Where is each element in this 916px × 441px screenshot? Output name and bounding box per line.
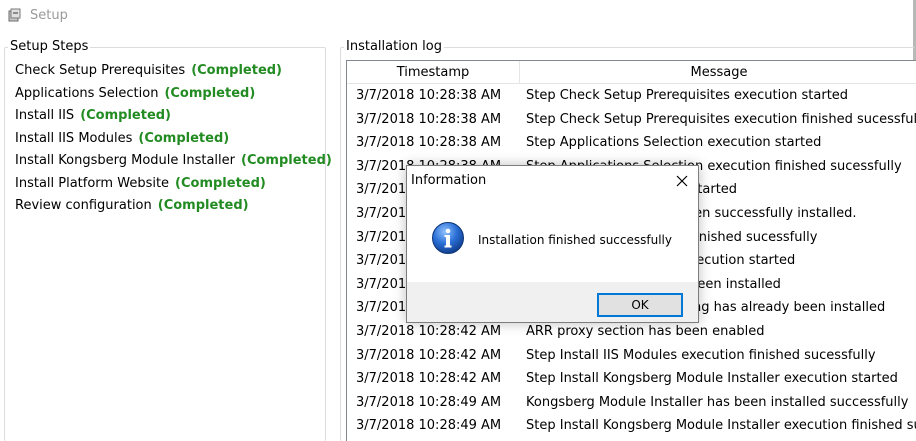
step-item: Applications Selection (Completed): [15, 86, 332, 109]
log-row[interactable]: 3/7/2018 10:28:38 AM Step Applications Se…: [347, 132, 916, 156]
step-item: Review configuration (Completed): [15, 198, 332, 221]
setup-steps-list: Check Setup Prerequisites (Completed) App…: [15, 63, 332, 221]
step-name: Install IIS Modules: [15, 130, 133, 146]
step-item: Install IIS (Completed): [15, 108, 332, 131]
log-timestamp-cell: 3/7/2018 10:28:49 AM: [356, 418, 502, 434]
step-name: Review configuration: [15, 198, 152, 213]
log-message-cell: Step Applications Selection execution st…: [526, 135, 822, 151]
log-timestamp-cell: 3/7/2018 10:28:49 AM: [356, 394, 502, 410]
log-message-cell: Step Install Kongsberg Module Installer …: [526, 418, 916, 434]
dialog-message: Installation finished successfully: [478, 233, 672, 247]
log-timestamp-cell: 3/7/2018 10:28:42 AM: [356, 347, 502, 363]
column-header-message[interactable]: Message: [521, 61, 916, 84]
step-status: (Completed): [164, 85, 256, 101]
setup-steps-label: Setup Steps: [8, 39, 91, 54]
step-name: Install Kongsberg Module Installer: [15, 153, 235, 168]
log-message-cell: Step Check Setup Prerequisites execution…: [526, 88, 849, 103]
installation-log-label: Installation log: [344, 39, 444, 54]
log-row[interactable]: 3/7/2018 10:28:38 AM Step Check Setup Pre…: [347, 85, 916, 109]
dialog-footer: OK: [407, 282, 698, 322]
log-timestamp-cell: 3/7/2018 10:28:42 AM: [356, 371, 502, 387]
setup-app-icon: [8, 8, 22, 22]
step-item: Install IIS Modules (Completed): [15, 131, 332, 154]
log-row[interactable]: 3/7/2018 10:28:42 AM Step Install Kongsbe…: [347, 368, 916, 392]
information-dialog: Information Installation finished succes…: [406, 165, 699, 323]
step-status: (Completed): [138, 130, 230, 146]
step-name: Applications Selection: [15, 85, 159, 101]
step-item: Check Setup Prerequisites (Completed): [15, 63, 332, 86]
window-title: Setup: [30, 8, 68, 23]
step-item: Install Kongsberg Module Installer (Compl…: [15, 153, 332, 176]
log-message-cell: ARR proxy section has been enabled: [526, 323, 765, 339]
log-row[interactable]: 3/7/2018 10:28:49 AM Kongsberg Module Ins…: [347, 392, 916, 416]
log-message-cell: Step Install IIS Modules execution finis…: [526, 347, 876, 363]
log-grid-header: Timestamp Message: [347, 61, 916, 84]
log-message-cell: Step Check Setup Prerequisites execution…: [526, 111, 916, 127]
log-row[interactable]: 3/7/2018 10:28:42 AM Step Install IIS Mod…: [347, 345, 916, 369]
log-timestamp-cell: 3/7/2018 10:28:38 AM: [356, 111, 502, 127]
log-timestamp-cell: 3/7/2018 10:28:42 AM: [356, 323, 502, 339]
step-name: Check Setup Prerequisites: [15, 63, 186, 78]
ok-button[interactable]: OK: [597, 293, 683, 317]
step-status: (Completed): [175, 175, 266, 191]
step-item: Install Platform Website (Completed): [15, 176, 332, 199]
log-message-cell: Kongsberg Module Installer has been inst…: [526, 394, 909, 410]
log-row[interactable]: 3/7/2018 10:28:49 AM Step Install Kongsbe…: [347, 415, 916, 439]
log-row[interactable]: 3/7/2018 10:28:42 AM ARR proxy section ha…: [347, 321, 916, 345]
window-titlebar: Setup: [0, 0, 916, 32]
dialog-body: Installation finished successfully: [407, 196, 698, 282]
log-timestamp-cell: 3/7/2018 10:28:38 AM: [356, 88, 502, 103]
step-name: Install Platform Website: [15, 175, 170, 191]
close-icon[interactable]: [669, 169, 695, 193]
column-header-timestamp[interactable]: Timestamp: [347, 61, 520, 84]
info-icon: [431, 221, 465, 255]
step-status: (Completed): [191, 63, 283, 78]
step-status: (Completed): [80, 108, 172, 123]
log-row[interactable]: 3/7/2018 10:28:38 AM Step Check Setup Pre…: [347, 109, 916, 133]
step-status: (Completed): [157, 198, 249, 213]
dialog-titlebar[interactable]: Information: [407, 166, 698, 196]
dialog-title: Information: [411, 173, 487, 188]
log-message-cell: Step Install Kongsberg Module Installer …: [526, 371, 898, 387]
log-timestamp-cell: 3/7/2018 10:28:38 AM: [356, 135, 502, 151]
step-status: (Completed): [241, 153, 332, 168]
step-name: Install IIS: [15, 108, 75, 123]
